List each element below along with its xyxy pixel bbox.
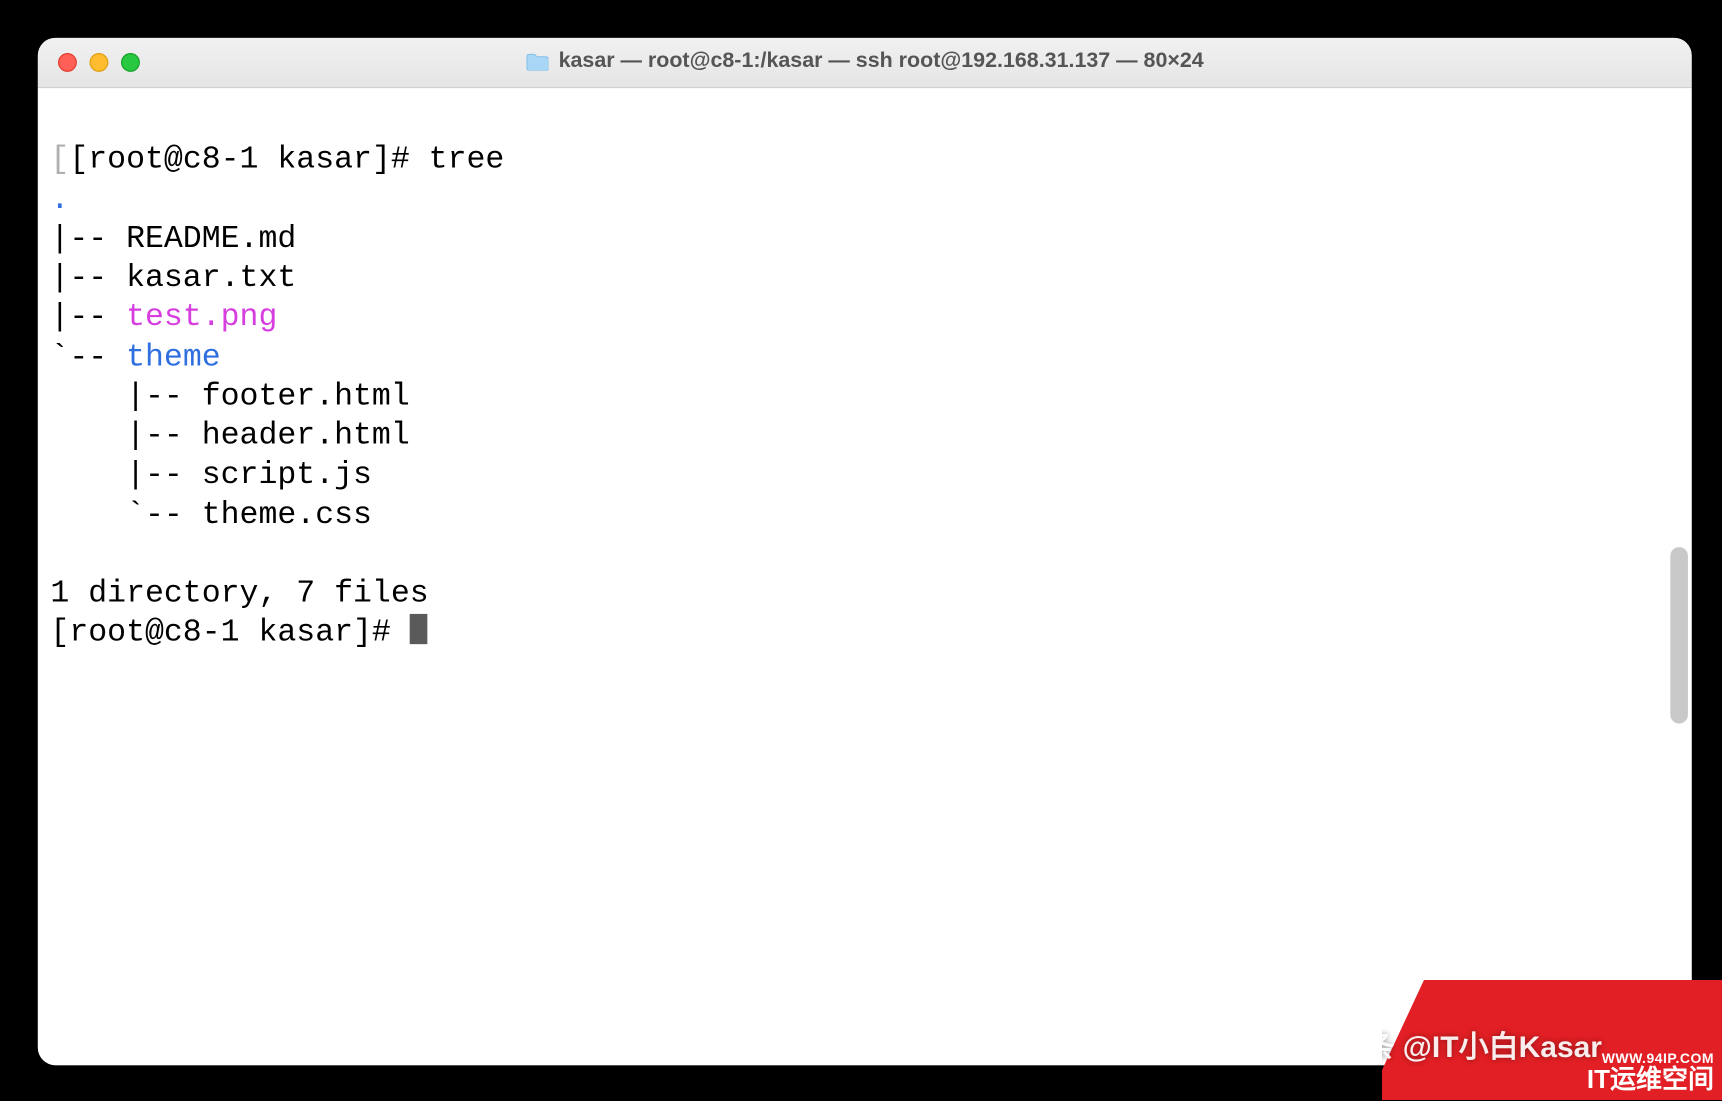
terminal-window: kasar — root@c8-1:/kasar — ssh root@192.… xyxy=(38,38,1692,1065)
traffic-lights xyxy=(58,53,140,72)
terminal-body[interactable]: [[root@c8-1 kasar]# tree . |-- README.md… xyxy=(38,88,1692,1065)
folder-icon xyxy=(526,52,549,70)
tree-line-7: |-- script.js xyxy=(50,457,372,494)
window-title: kasar — root@c8-1:/kasar — ssh root@192.… xyxy=(559,48,1204,73)
minimize-icon[interactable] xyxy=(90,53,109,72)
bracket-open: [ xyxy=(50,142,69,179)
tree-line-3-name: test.png xyxy=(126,299,277,336)
tree-line-8: `-- theme.css xyxy=(50,496,372,533)
close-icon[interactable] xyxy=(58,53,77,72)
window-title-wrap: kasar — root@c8-1:/kasar — ssh root@192.… xyxy=(38,48,1692,77)
tree-line-4-name: theme xyxy=(126,338,221,375)
tree-line-4-prefix: `-- xyxy=(50,338,126,375)
prompt-line-1: [root@c8-1 kasar]# xyxy=(69,142,428,179)
tree-line-5: |-- footer.html xyxy=(50,378,409,415)
scrollbar-track[interactable] xyxy=(1670,93,1688,1057)
prompt-line-2: [root@c8-1 kasar]# xyxy=(50,614,409,651)
cursor-icon xyxy=(410,614,428,644)
tree-summary: 1 directory, 7 files xyxy=(50,575,428,612)
tree-root: . xyxy=(50,181,69,218)
titlebar[interactable]: kasar — root@c8-1:/kasar — ssh root@192.… xyxy=(38,38,1692,88)
zoom-icon[interactable] xyxy=(121,53,140,72)
tree-line-6: |-- header.html xyxy=(50,417,409,454)
scrollbar-thumb[interactable] xyxy=(1670,547,1688,723)
tree-line-1: |-- README.md xyxy=(50,220,296,257)
command-text: tree xyxy=(429,142,505,179)
tree-line-3-prefix: |-- xyxy=(50,299,126,336)
tree-line-2: |-- kasar.txt xyxy=(50,260,296,297)
